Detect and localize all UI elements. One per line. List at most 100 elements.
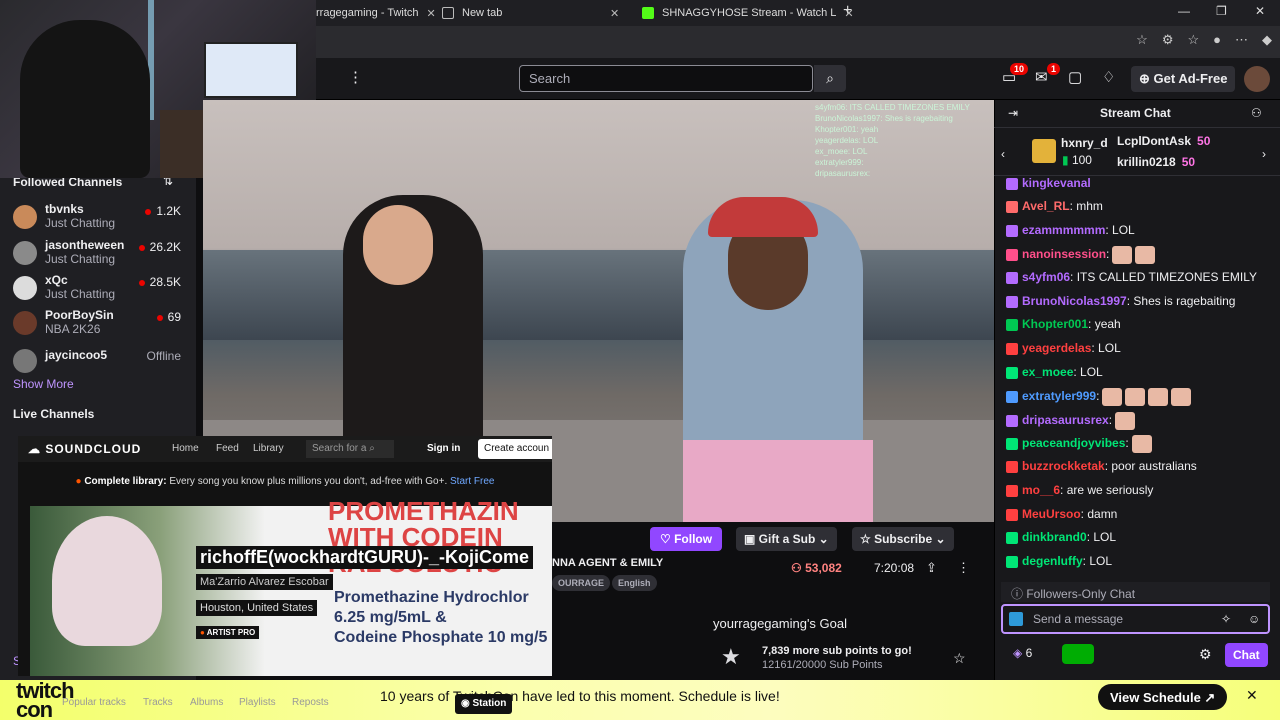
- artist-name[interactable]: Ma'Zarrio Alvarez Escobar: [196, 574, 333, 590]
- browser-tab-twitch[interactable]: rragegaming - Twitch ✕: [316, 2, 436, 24]
- collapse-chat-icon[interactable]: ⇥: [1008, 106, 1018, 120]
- get-ad-free-button[interactable]: ⊕ Get Ad-Free: [1131, 66, 1236, 92]
- chat-username[interactable]: buzzrockketak: [1022, 459, 1105, 473]
- chat-username[interactable]: Khopter001: [1022, 317, 1088, 331]
- soundcloud-nav-home[interactable]: Home: [172, 443, 199, 454]
- view-schedule-button[interactable]: View Schedule ↗: [1098, 684, 1228, 710]
- profile-icon[interactable]: ●: [1213, 32, 1221, 48]
- chat-username[interactable]: MeuUrsoo: [1022, 507, 1081, 521]
- browser-tab-newtab[interactable]: New tab ✕: [442, 2, 619, 24]
- menu-icon[interactable]: ⋯: [1235, 32, 1248, 48]
- chat-username[interactable]: s4yfm06: [1022, 270, 1070, 284]
- emote-icon[interactable]: [1135, 246, 1156, 264]
- chat-username[interactable]: ex_moee: [1022, 365, 1073, 379]
- emote-icon[interactable]: ☺: [1248, 612, 1260, 626]
- soundcloud-create-account[interactable]: Create accoun: [478, 439, 552, 459]
- chat-username[interactable]: dripasaurusrex: [1022, 413, 1109, 427]
- share-icon[interactable]: ⇪: [926, 560, 937, 576]
- chat-username[interactable]: ezammmmmm: [1022, 223, 1105, 237]
- chat-username[interactable]: BrunoNicolas1997: [1022, 294, 1127, 308]
- sidebar-channel-xqc[interactable]: xQc Just Chatting 28.5K: [13, 273, 191, 305]
- station-button[interactable]: ◉ Station: [455, 694, 513, 714]
- sidebar-channel-jaycincoo5[interactable]: jaycincoo5 Offline: [13, 346, 191, 378]
- close-icon[interactable]: ✕: [427, 7, 436, 20]
- soundcloud-nav-feed[interactable]: Feed: [216, 443, 239, 454]
- channel-points[interactable]: ◈ 6: [1013, 646, 1032, 660]
- soundcloud-sign-in[interactable]: Sign in: [427, 443, 460, 454]
- chat-username[interactable]: kingkevanal: [1022, 176, 1091, 190]
- gifter-row[interactable]: krillin0218 50: [1117, 155, 1195, 169]
- follow-button[interactable]: ♡ Follow: [650, 527, 723, 551]
- sc-tab-tracks[interactable]: Tracks: [143, 697, 173, 708]
- soundcloud-nav-library[interactable]: Library: [253, 443, 284, 454]
- chat-badge-icon: [1006, 484, 1018, 497]
- new-tab-icon[interactable]: +: [843, 2, 852, 20]
- search-icon[interactable]: ⌕: [814, 65, 846, 92]
- user-avatar[interactable]: [1244, 66, 1270, 92]
- emote-icon[interactable]: [1131, 435, 1152, 453]
- star-outline-icon[interactable]: ☆: [953, 650, 966, 667]
- newtab-icon: [442, 7, 454, 19]
- followers-only-label: Followers-Only Chat: [1026, 587, 1136, 601]
- star-icon[interactable]: ☆: [1136, 32, 1148, 48]
- sidebar-channel-poorboysin[interactable]: PoorBoySin NBA 2K26 69: [13, 308, 191, 340]
- gifter-row[interactable]: LcplDontAsk 50: [1117, 134, 1210, 148]
- sc-tab-playlists[interactable]: Playlists: [239, 697, 276, 708]
- chat-username[interactable]: nanoinsession: [1022, 247, 1106, 261]
- chat-text: : LOL: [1091, 341, 1121, 355]
- emote-icon[interactable]: [1125, 388, 1146, 406]
- chat-username[interactable]: dinkbrand0: [1022, 530, 1087, 544]
- sidebar-channel-jasontheween[interactable]: jasontheween Just Chatting 26.2K: [13, 238, 191, 270]
- sc-tab-albums[interactable]: Albums: [190, 697, 223, 708]
- chevron-right-icon[interactable]: ›: [1262, 147, 1266, 161]
- sc-tab-reposts[interactable]: Reposts: [292, 697, 329, 708]
- sidebar-channel-tbvnks[interactable]: tbvnks Just Chatting 1.2K: [13, 202, 191, 234]
- window-close-icon[interactable]: ✕: [1255, 4, 1265, 18]
- emote-icon[interactable]: [1102, 388, 1123, 406]
- chat-username[interactable]: mo__6: [1022, 483, 1060, 497]
- chat-username[interactable]: peaceandjoyvibes: [1022, 436, 1125, 450]
- chat-username[interactable]: degenluffy: [1022, 554, 1083, 568]
- more-options-icon[interactable]: ⋮: [957, 560, 970, 576]
- chat-username[interactable]: extratyler999: [1022, 389, 1096, 403]
- gifter-name[interactable]: hxnry_d: [1061, 136, 1108, 150]
- track-title: richoffE(wockhardtGURU)-_-KojiCome: [196, 546, 534, 569]
- chat-badge-icon: [1006, 177, 1018, 190]
- badge-icon[interactable]: [1009, 612, 1023, 626]
- chat-username[interactable]: Avel_RL: [1022, 199, 1070, 213]
- show-more-link[interactable]: Show More: [13, 377, 74, 391]
- gift-sub-button[interactable]: ▣ Gift a Sub ⌄: [736, 527, 837, 551]
- soundcloud-search-input[interactable]: Search for a ⌕: [306, 440, 394, 458]
- soundcloud-logo[interactable]: ☁ SOUNDCLOUD: [28, 442, 141, 456]
- close-icon[interactable]: ✕: [1246, 687, 1258, 704]
- search-input[interactable]: Search: [519, 65, 813, 92]
- viewer-count: 1.2K: [145, 204, 181, 218]
- community-icon[interactable]: ⚇: [1251, 106, 1262, 120]
- gear-icon[interactable]: ⚙: [1199, 646, 1212, 663]
- emote-icon[interactable]: [1171, 388, 1192, 406]
- stream-tag[interactable]: English: [612, 575, 657, 591]
- copilot-icon[interactable]: ◆: [1262, 32, 1272, 48]
- claim-bonus-button[interactable]: [1062, 644, 1094, 664]
- chat-send-button[interactable]: Chat: [1225, 643, 1268, 667]
- whispers-icon[interactable]: ▢: [1068, 68, 1082, 86]
- emote-icon[interactable]: [1115, 412, 1136, 430]
- close-icon[interactable]: ✕: [610, 7, 619, 20]
- chevron-left-icon[interactable]: ‹: [1001, 147, 1005, 161]
- maximize-icon[interactable]: ❐: [1216, 4, 1227, 18]
- start-free-link[interactable]: Start Free: [450, 476, 494, 487]
- favorites-icon[interactable]: ☆: [1187, 32, 1199, 48]
- sc-tab-popular[interactable]: Popular tracks: [62, 697, 126, 708]
- prime-icon[interactable]: ♢: [1102, 68, 1115, 86]
- chat-username[interactable]: yeagerdelas: [1022, 341, 1091, 355]
- emote-icon[interactable]: [1148, 388, 1169, 406]
- emote-icon[interactable]: [1112, 246, 1133, 264]
- stream-tag[interactable]: OURRAGE: [552, 575, 611, 591]
- sparkle-icon[interactable]: ✧: [1221, 612, 1231, 626]
- more-icon[interactable]: ⋮: [348, 68, 363, 86]
- minimize-icon[interactable]: —: [1178, 4, 1190, 18]
- browser-tab-shnaggyhose[interactable]: SHNAGGYHOSE Stream - Watch L ✕: [642, 2, 854, 24]
- subscribe-button[interactable]: ☆ Subscribe ⌄: [852, 527, 954, 551]
- inbox-icon[interactable]: ✉: [1035, 68, 1048, 86]
- extension-icon[interactable]: ⚙: [1162, 32, 1174, 48]
